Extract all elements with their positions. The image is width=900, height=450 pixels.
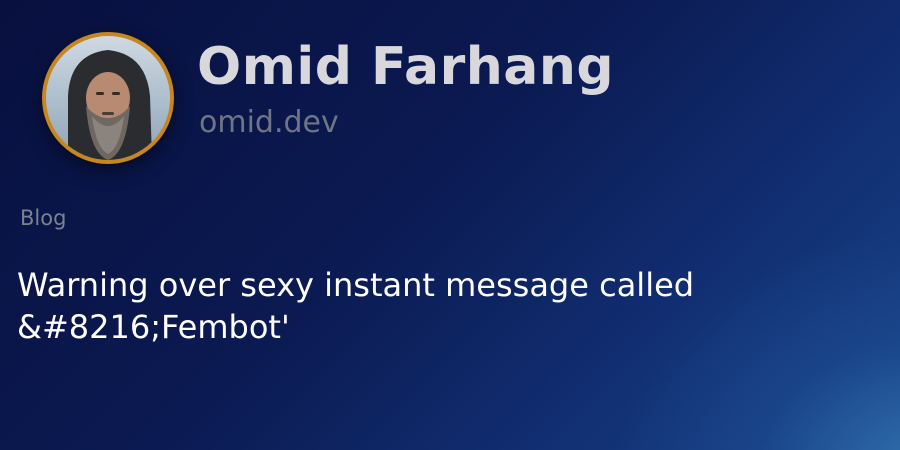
section-label: Blog bbox=[20, 206, 67, 230]
profile-name: Omid Farhang bbox=[197, 37, 615, 97]
avatar bbox=[42, 32, 174, 164]
profile-photo-icon bbox=[46, 36, 170, 160]
site-link[interactable]: omid.dev bbox=[199, 104, 339, 142]
post-title: Warning over sexy instant message called… bbox=[17, 266, 695, 346]
